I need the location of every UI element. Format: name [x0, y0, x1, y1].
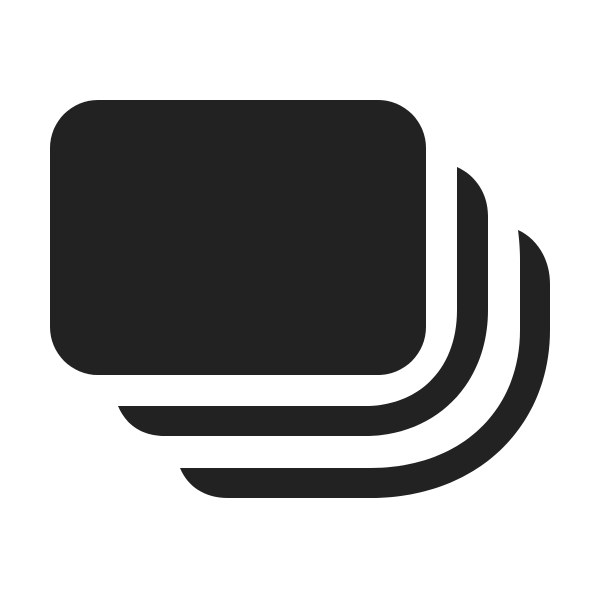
icon-canvas	[0, 0, 600, 600]
front-card	[50, 100, 426, 375]
stacked-cards-icon	[50, 100, 550, 498]
